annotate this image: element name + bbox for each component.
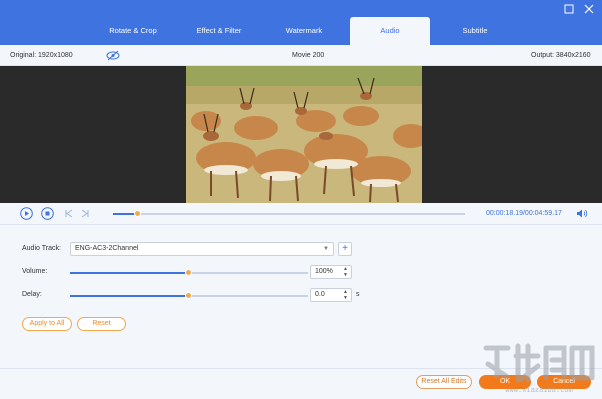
output-resolution: Output: 3840x2160 <box>531 52 591 59</box>
audio-track-select[interactable]: ENG-AC3-2Channel ▼ <box>70 242 334 256</box>
delay-slider[interactable] <box>70 292 308 299</box>
volume-label: Volume: <box>22 268 48 275</box>
volume-icon[interactable] <box>575 207 588 220</box>
reset-all-edits-button[interactable]: Reset All Edits <box>416 375 472 389</box>
tab-rotate-crop[interactable]: Rotate & Crop <box>92 17 174 45</box>
minimize-icon[interactable] <box>562 2 576 16</box>
apply-to-all-button[interactable]: Apply to All <box>22 317 72 331</box>
tab-watermark[interactable]: Watermark <box>263 17 345 45</box>
svg-text:www.xiazaiba.com: www.xiazaiba.com <box>505 386 572 394</box>
add-audio-track-button[interactable]: + <box>338 242 352 256</box>
next-frame-icon[interactable] <box>79 207 92 220</box>
play-icon[interactable] <box>20 207 33 220</box>
chevron-down-icon: ▼ <box>323 246 329 252</box>
volume-slider-knob[interactable] <box>185 269 192 276</box>
site-watermark-logo: www.xiazaiba.com <box>480 336 598 396</box>
video-preview <box>0 66 602 203</box>
tab-subtitle[interactable]: Subtitle <box>434 17 516 45</box>
volume-stepper[interactable]: 100% ▲ ▼ <box>310 265 352 279</box>
original-resolution: Original: 1920x1080 <box>10 52 73 59</box>
timeline-knob[interactable] <box>134 210 141 217</box>
volume-slider-fill <box>70 272 189 274</box>
stepper-down-icon[interactable]: ▼ <box>343 295 348 301</box>
movie-title: Movie 200 <box>292 52 325 59</box>
audio-track-value: ENG-AC3-2Channel <box>75 245 139 252</box>
delay-label: Delay: <box>22 291 42 298</box>
reset-button[interactable]: Reset <box>77 317 126 331</box>
close-icon[interactable] <box>582 2 596 16</box>
tab-audio[interactable]: Audio <box>350 17 430 45</box>
delay-value: 0.0 <box>315 291 325 298</box>
audio-track-label: Audio Track: <box>22 245 61 252</box>
stepper-down-icon[interactable]: ▼ <box>343 272 348 278</box>
eye-off-icon[interactable] <box>106 50 120 63</box>
player-controls: 00:00:18.19/00:04:59.17 <box>0 203 602 225</box>
delay-stepper[interactable]: 0.0 ▲ ▼ <box>310 288 352 302</box>
title-bar: Rotate & Crop Effect & Filter Watermark … <box>0 0 602 45</box>
timeline-slider[interactable] <box>113 210 465 217</box>
delay-slider-knob[interactable] <box>185 292 192 299</box>
plus-icon: + <box>342 243 348 254</box>
stop-icon[interactable] <box>41 207 54 220</box>
info-bar: Original: 1920x1080 Movie 200 Output: 38… <box>0 45 602 66</box>
delay-slider-fill <box>70 295 189 297</box>
volume-value: 100% <box>315 268 333 275</box>
volume-slider[interactable] <box>70 269 308 276</box>
time-display: 00:00:18.19/00:04:59.17 <box>486 210 562 217</box>
prev-frame-icon[interactable] <box>62 207 75 220</box>
delay-unit: s <box>356 291 360 298</box>
tab-effect-filter[interactable]: Effect & Filter <box>178 17 260 45</box>
video-frame <box>186 66 422 203</box>
